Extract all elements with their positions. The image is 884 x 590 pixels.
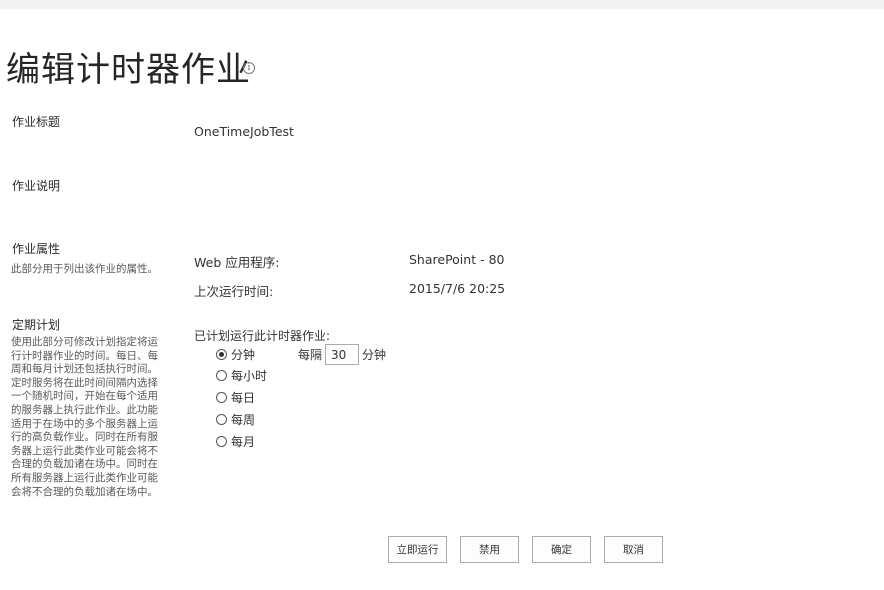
option-label: 每月 [231,434,256,449]
schedule-option-daily[interactable]: 每日 [216,389,255,405]
interval-unit-label: 分钟 [362,348,387,362]
cancel-button[interactable]: 取消 [604,536,663,563]
schedule-description: 使用此部分可修改计划指定将运行计时器作业的时间。每日、每周和每月计划还包括执行时… [11,336,158,498]
every-label: 每隔 [298,348,323,362]
page-title: 编辑计时器作业 [6,50,251,90]
last-run-value: 2015/7/6 20:25 [409,281,506,296]
option-label: 每日 [231,390,256,405]
info-icon[interactable]: i [243,62,255,74]
schedule-option-hourly[interactable]: 每小时 [216,367,267,383]
web-app-value: SharePoint - 80 [409,252,505,267]
schedule-option-monthly[interactable]: 每月 [216,433,255,449]
schedule-label: 定期计划 [12,318,61,332]
web-app-label: Web 应用程序: [194,255,280,270]
schedule-option-minutes[interactable]: 分钟 [216,346,255,362]
option-label: 分钟 [231,347,256,362]
option-label: 每小时 [231,368,268,383]
radio-button[interactable] [216,413,227,425]
interval-input[interactable] [325,344,359,365]
radio-button[interactable] [216,435,227,447]
schedule-option-weekly[interactable]: 每周 [216,411,255,427]
job-title-label: 作业标题 [12,115,61,129]
job-description-label: 作业说明 [12,179,61,193]
last-run-label: 上次运行时间: [194,284,274,299]
disable-button[interactable]: 禁用 [460,536,519,563]
schedule-prompt: 已计划运行此计时器作业: [194,329,331,343]
option-label: 每周 [231,412,256,427]
top-strip [0,0,884,9]
radio-button-checked[interactable] [216,348,227,360]
run-now-button[interactable]: 立即运行 [388,536,447,563]
ok-button[interactable]: 确定 [532,536,591,563]
radio-button[interactable] [216,391,227,403]
job-properties-description: 此部分用于列出该作业的属性。 [11,263,158,275]
job-properties-label: 作业属性 [12,242,61,256]
job-title-value: OneTimeJobTest [194,124,294,139]
radio-button[interactable] [216,369,227,381]
